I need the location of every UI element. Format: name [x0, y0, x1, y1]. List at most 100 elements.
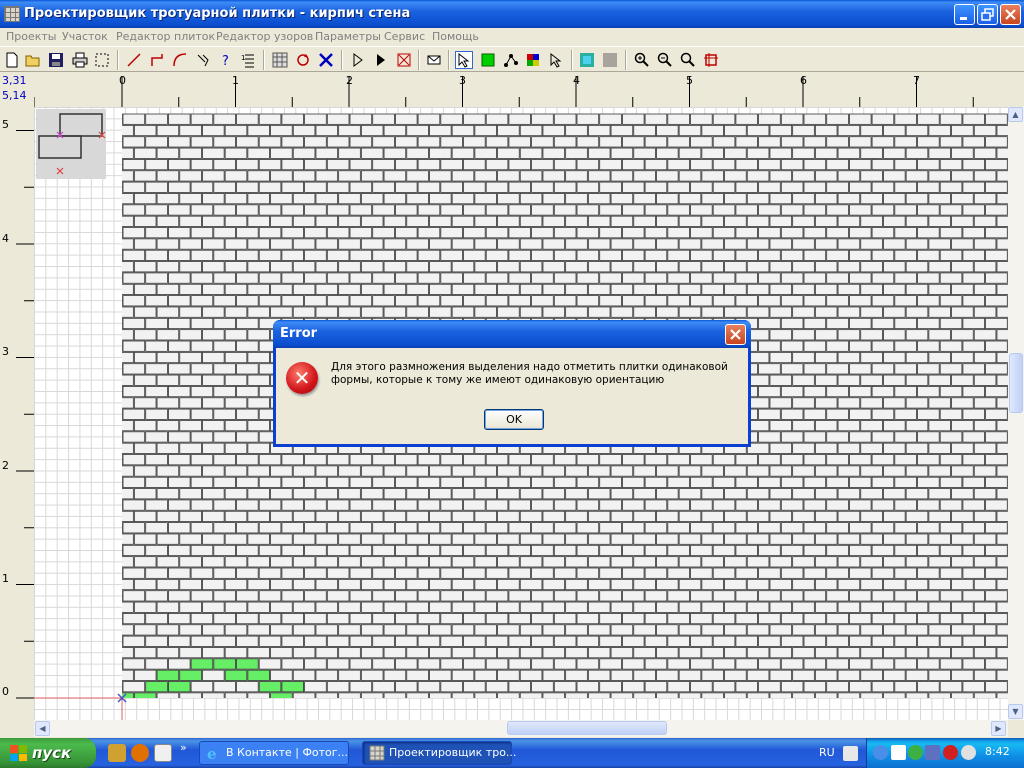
- menu-tile-editor[interactable]: Редактор плиток: [116, 30, 215, 43]
- start-button[interactable]: пуск: [0, 738, 96, 768]
- tile-grid-button[interactable]: [271, 51, 289, 69]
- menu-parameters[interactable]: Параметры: [315, 30, 381, 43]
- polyline-icon: [151, 54, 163, 66]
- new-file-button[interactable]: [3, 51, 21, 69]
- hruler-label: 7: [913, 74, 920, 87]
- rotate-button[interactable]: [294, 51, 312, 69]
- show-hidden-icons-icon[interactable]: [873, 745, 888, 760]
- scroll-down-arrow-icon[interactable]: ▼: [1008, 704, 1023, 719]
- hruler-label: 0: [119, 74, 126, 87]
- horizontal-scrollbar[interactable]: ◀ ▶: [34, 720, 1008, 737]
- toolbar: ? 1: [0, 46, 1024, 72]
- error-icon: ✕: [286, 362, 318, 394]
- texture-button[interactable]: [578, 51, 596, 69]
- keyboard-icon[interactable]: [843, 746, 858, 761]
- minimize-button[interactable]: [954, 4, 975, 25]
- cut-button[interactable]: [425, 51, 443, 69]
- scroll-up-arrow-icon[interactable]: ▲: [1008, 107, 1023, 122]
- dialog-message: Для этого размножения выделения надо отм…: [331, 361, 728, 386]
- vruler-label: 2: [2, 459, 9, 472]
- stop-button[interactable]: [395, 51, 413, 69]
- delete-x-icon: [319, 53, 333, 67]
- pointer-tool-button[interactable]: [455, 51, 473, 69]
- volume-icon[interactable]: [961, 745, 976, 760]
- title-bar[interactable]: Проектировщик тротуарной плитки - кирпич…: [0, 0, 1024, 28]
- close-button[interactable]: [1000, 4, 1021, 25]
- cursor-coordinates: 3,31 5,14: [0, 73, 34, 107]
- delete-button[interactable]: [317, 51, 335, 69]
- language-indicator[interactable]: RU: [819, 746, 835, 759]
- mail-icon[interactable]: [891, 745, 906, 760]
- question-arrow-icon: ?: [222, 54, 229, 68]
- vertical-scroll-thumb[interactable]: [1009, 353, 1023, 413]
- menu-area[interactable]: Участок: [62, 30, 108, 43]
- horizontal-scroll-thumb[interactable]: [507, 721, 667, 735]
- network-icon[interactable]: [925, 745, 940, 760]
- quicklaunch-chevron-icon[interactable]: »: [180, 741, 187, 754]
- envelope-icon: [427, 55, 441, 65]
- minimize-icon: [960, 17, 967, 20]
- zoom-out-button[interactable]: [656, 51, 674, 69]
- close-icon: [1005, 9, 1016, 20]
- list-icon: 1: [241, 54, 254, 68]
- line-tool-button[interactable]: [125, 51, 143, 69]
- internet-explorer-icon: e: [207, 745, 217, 761]
- app-icon[interactable]: [4, 6, 20, 22]
- scroll-right-arrow-icon[interactable]: ▶: [991, 721, 1006, 736]
- zoom-fit-button[interactable]: [702, 51, 720, 69]
- menu-service[interactable]: Сервис: [384, 30, 425, 43]
- antivirus-icon[interactable]: [943, 745, 958, 760]
- hint-button[interactable]: ?: [216, 51, 234, 69]
- restore-button[interactable]: [977, 4, 998, 25]
- start-label: пуск: [32, 744, 72, 762]
- task-label: Проектировщик тро...: [389, 746, 517, 759]
- horizontal-ruler-ticks: [33, 76, 974, 107]
- edit-shape-button[interactable]: [194, 51, 212, 69]
- menu-pattern-editor[interactable]: Редактор узоров: [216, 30, 313, 43]
- vertical-scrollbar[interactable]: ▲ ▼: [1008, 107, 1024, 720]
- fill-tile-button[interactable]: [479, 51, 497, 69]
- task-vkontakte[interactable]: e В Контакте | Фотог...: [199, 741, 349, 765]
- dashed-rect-icon: [95, 53, 109, 67]
- task-tile-designer[interactable]: Проектировщик тро...: [362, 741, 516, 765]
- zoom-button[interactable]: [679, 51, 697, 69]
- menu-bar: Проекты Участок Редактор плиток Редактор…: [0, 28, 1024, 46]
- coord-y: 5,14: [2, 89, 27, 102]
- step-button[interactable]: [349, 51, 367, 69]
- toolbar-separator: [571, 50, 573, 70]
- save-button[interactable]: [47, 51, 65, 69]
- green-square-icon: [481, 53, 495, 67]
- app-icon: [369, 745, 385, 761]
- toolbar-separator: [625, 50, 627, 70]
- quicklaunch-desktop-icon[interactable]: [108, 744, 126, 762]
- dialog-body: ✕ Для этого размножения выделения надо о…: [276, 348, 748, 444]
- play-icon: [377, 54, 385, 66]
- open-button[interactable]: [24, 51, 42, 69]
- color-button[interactable]: [601, 51, 619, 69]
- step-play-icon: [353, 53, 363, 67]
- ok-button[interactable]: OK: [484, 409, 544, 430]
- zoom-in-button[interactable]: [633, 51, 651, 69]
- palette-icon: [527, 54, 539, 66]
- nodes-button[interactable]: [502, 51, 520, 69]
- clock[interactable]: 8:42: [985, 745, 1010, 758]
- dialog-title-bar[interactable]: Error: [273, 320, 751, 348]
- print-button[interactable]: [71, 51, 89, 69]
- select-area-button[interactable]: [93, 51, 111, 69]
- vertical-ruler: 5 4 3 2 1 0: [0, 107, 34, 720]
- polyline-tool-button[interactable]: [148, 51, 166, 69]
- folder-open-icon: [25, 55, 40, 67]
- scroll-left-arrow-icon[interactable]: ◀: [35, 721, 50, 736]
- list-button[interactable]: 1: [239, 51, 257, 69]
- palette-button[interactable]: [524, 51, 542, 69]
- quicklaunch-app-icon[interactable]: [131, 744, 149, 762]
- quicklaunch-notepad-icon[interactable]: [154, 744, 172, 762]
- menu-help[interactable]: Помощь: [432, 30, 479, 43]
- arc-tool-button[interactable]: [171, 51, 189, 69]
- select-tile-button[interactable]: [547, 51, 565, 69]
- checkmark-icon[interactable]: [908, 745, 923, 760]
- play-button[interactable]: [372, 51, 390, 69]
- menu-projects[interactable]: Проекты: [6, 30, 57, 43]
- horizontal-ruler: 0 1 2 3 4 5 6 7: [33, 73, 1024, 107]
- dialog-close-button[interactable]: [725, 324, 746, 345]
